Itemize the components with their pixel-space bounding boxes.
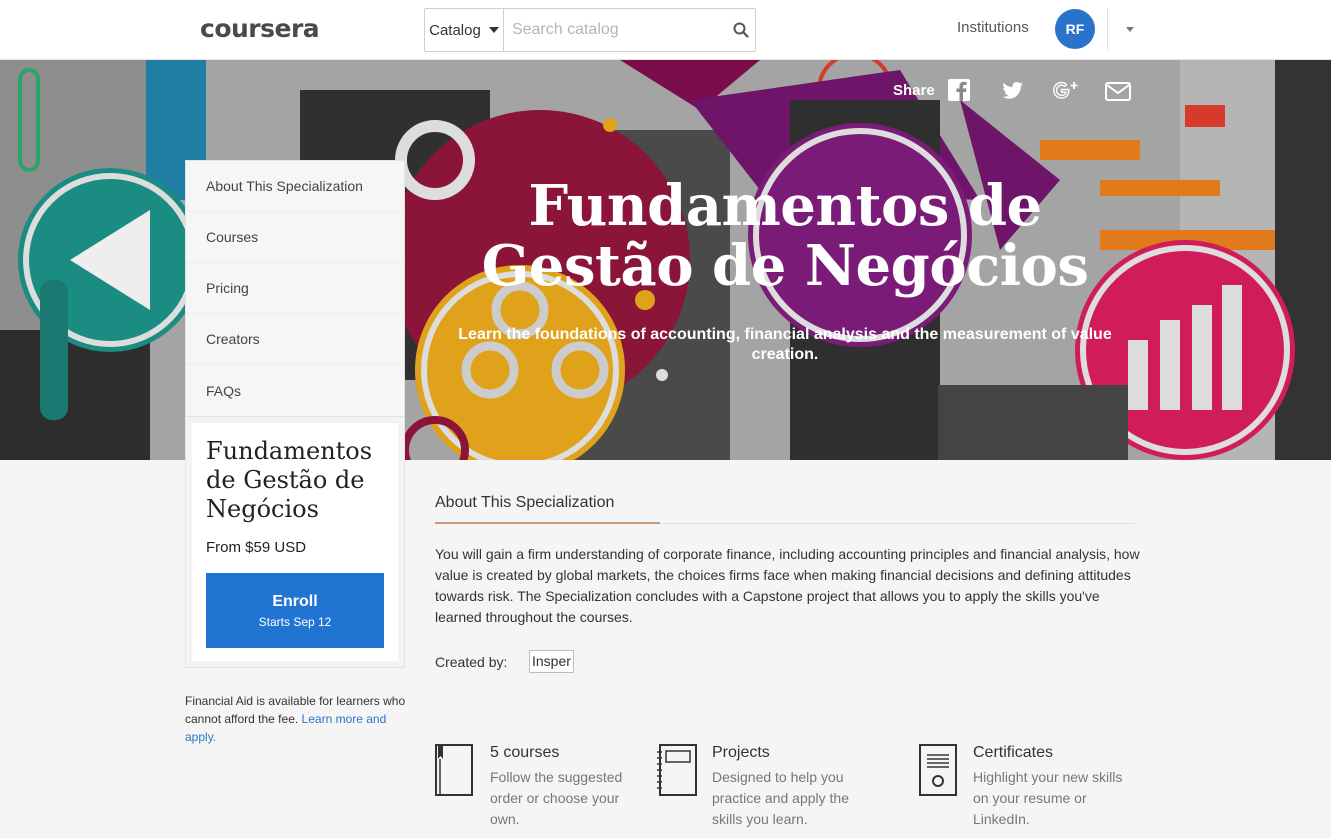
sidebar-item-about[interactable]: About This Specialization [186,161,404,212]
feature-title: 5 courses [490,744,560,761]
top-navbar: coursera Catalog Institutions RF [0,0,1331,60]
sidebar-item-courses[interactable]: Courses [186,212,404,263]
created-by-label: Created by: [435,654,508,670]
about-divider-accent [435,522,660,524]
card-title: Fundamentos de Gestão de Negócios [206,437,373,523]
feature-title: Projects [712,744,770,761]
start-date-label: Starts Sep 12 [258,614,332,629]
catalog-dropdown-button[interactable]: Catalog [425,9,504,51]
about-description: You will gain a firm understanding of co… [435,546,1140,625]
institutions-link[interactable]: Institutions [957,19,1029,36]
twitter-icon[interactable] [998,77,1026,105]
price-label: From $59 USD [206,539,307,556]
feature-description: Designed to help you practice and apply … [712,769,849,827]
email-icon[interactable] [1104,77,1132,105]
feature-title: Certificates [973,744,1054,761]
coursera-logo[interactable]: coursera [200,14,320,43]
facebook-icon[interactable] [946,77,974,105]
financial-aid-note: Financial Aid is available for learners … [185,692,410,746]
caret-down-icon [488,27,499,33]
specialization-sidebar-nav: About This Specialization Courses Pricin… [185,160,405,417]
google-plus-icon[interactable] [1051,77,1079,105]
book-icon [435,744,473,796]
certificate-icon [919,744,957,796]
about-heading: About This Specialization [435,494,615,511]
enroll-button[interactable]: Enroll Starts Sep 12 [206,573,384,648]
creator-link[interactable]: Insper [529,650,574,673]
search-button[interactable] [727,9,755,51]
sidebar-item-pricing[interactable]: Pricing [186,263,404,314]
nav-divider [1107,8,1108,50]
share-label: Share [893,82,935,99]
catalog-search-bar: Catalog [424,8,756,52]
sidebar-item-faqs[interactable]: FAQs [186,365,404,416]
enroll-button-label: Enroll [272,592,318,610]
search-input[interactable] [503,9,727,51]
sidebar-item-creators[interactable]: Creators [186,314,404,365]
enroll-card: Fundamentos de Gestão de Negócios From $… [185,416,405,668]
feature-description: Highlight your new skills on your resume… [973,769,1123,827]
notebook-icon [657,744,697,796]
user-avatar[interactable]: RF [1055,9,1095,49]
catalog-label: Catalog [429,21,481,39]
user-menu-caret-icon[interactable] [1126,27,1134,32]
search-icon [733,22,749,38]
hero-subtitle: Learn the foundations of accounting, fin… [458,326,1112,363]
enroll-card-body: Fundamentos de Gestão de Negócios From $… [192,423,398,661]
feature-description: Follow the suggested order or choose you… [490,769,623,827]
hero-title: Fundamentos de Gestão de Negócios [481,173,1089,299]
